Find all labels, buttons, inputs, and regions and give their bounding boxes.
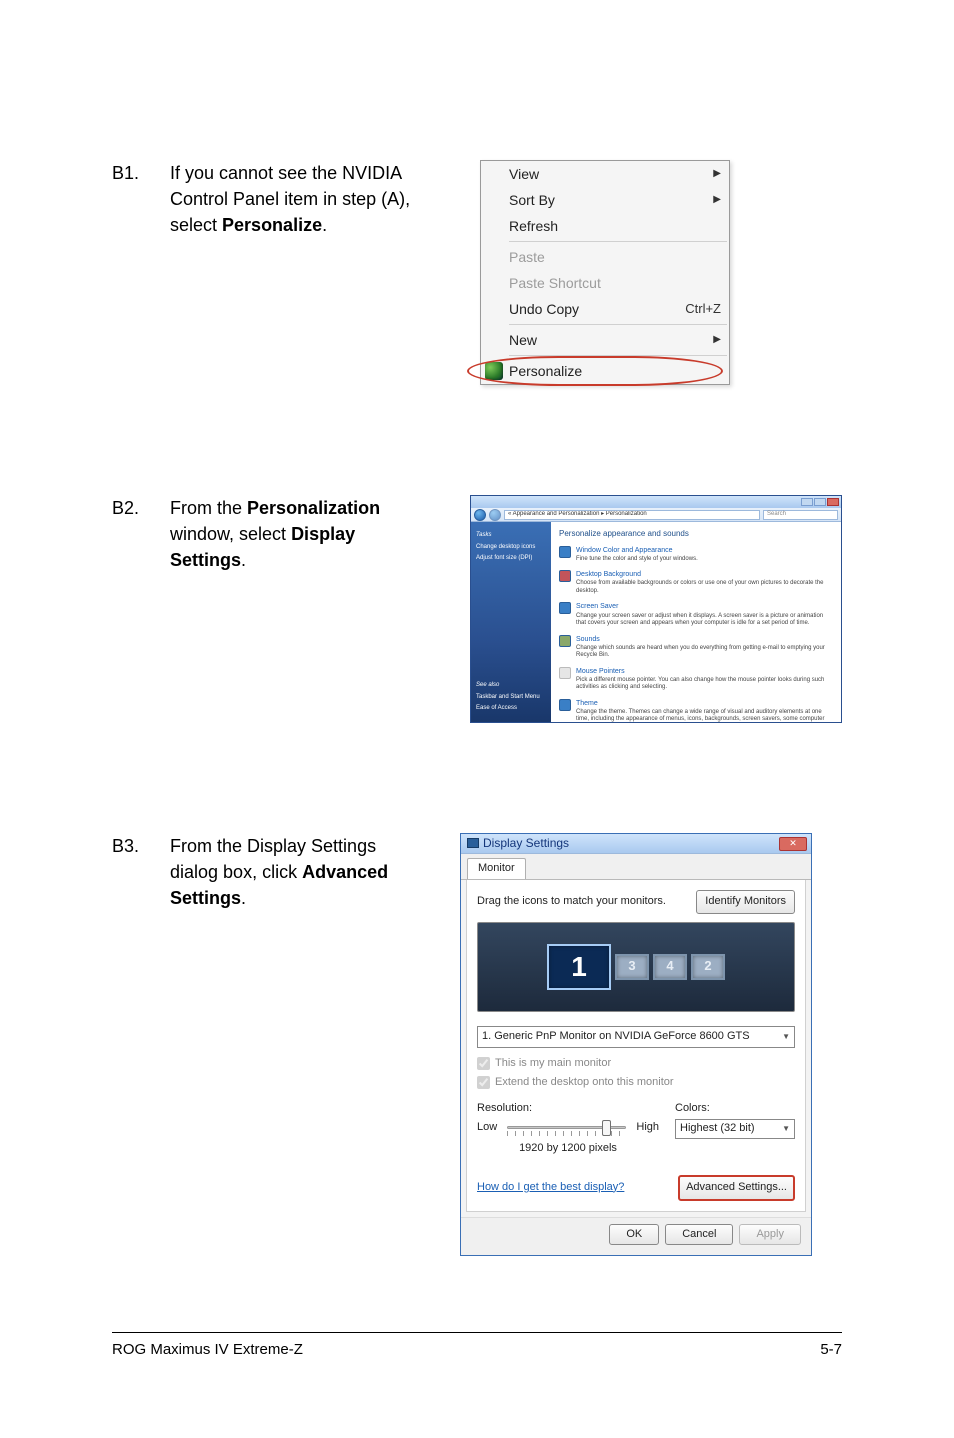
apply-button: Apply: [739, 1224, 801, 1246]
desktop-bg-icon: [559, 570, 571, 582]
link-theme[interactable]: Theme: [576, 699, 833, 709]
footer-product-name: ROG Maximus IV Extreme-Z: [112, 1341, 303, 1358]
menu-item-view[interactable]: View▶: [481, 161, 729, 187]
step-b3-label: B3.: [112, 833, 152, 1256]
link-sounds[interactable]: Sounds: [576, 635, 833, 645]
menu-item-undo-copy[interactable]: Undo Copy Ctrl+Z: [481, 296, 729, 322]
maximize-button[interactable]: [814, 498, 826, 506]
step-b1-text: If you cannot see the NVIDIA Control Pan…: [170, 160, 460, 238]
close-button[interactable]: ✕: [779, 837, 807, 851]
colors-label: Colors:: [675, 1101, 795, 1117]
resolution-label: Resolution:: [477, 1101, 659, 1117]
resolution-value: 1920 by 1200 pixels: [477, 1141, 659, 1157]
slider-thumb[interactable]: [602, 1120, 611, 1136]
menu-item-sort-by[interactable]: Sort By▶: [481, 187, 729, 213]
menu-separator: [509, 355, 727, 356]
menu-shortcut: Ctrl+Z: [685, 300, 721, 319]
chevron-down-icon: ▼: [782, 1031, 790, 1043]
desktop-context-menu: View▶ Sort By▶ Refresh Paste Paste Short…: [480, 160, 730, 385]
sidebar-heading-see-also: See also: [476, 681, 546, 690]
menu-item-new[interactable]: New▶: [481, 327, 729, 353]
step-b2-label: B2.: [112, 495, 152, 723]
personalization-main: Personalize appearance and sounds Window…: [551, 522, 841, 722]
link-mouse-pointers[interactable]: Mouse Pointers: [576, 667, 833, 677]
link-screen-saver[interactable]: Screen Saver: [576, 602, 833, 612]
window-color-icon: [559, 546, 571, 558]
mouse-icon: [559, 667, 571, 679]
step-b2-text: From the Personalization window, select …: [170, 495, 430, 573]
tab-row: Monitor: [461, 854, 811, 880]
sounds-icon: [559, 635, 571, 647]
personalize-icon: [485, 362, 503, 380]
link-desktop-background[interactable]: Desktop Background: [576, 570, 833, 580]
annotation-circle: [467, 356, 723, 386]
menu-item-paste-shortcut: Paste Shortcut: [481, 270, 729, 296]
menu-item-refresh[interactable]: Refresh: [481, 213, 729, 239]
link-window-color[interactable]: Window Color and Appearance: [576, 546, 698, 556]
tab-monitor[interactable]: Monitor: [467, 858, 526, 879]
ok-button[interactable]: OK: [609, 1224, 659, 1246]
personalization-window: « Appearance and Personalization ▸ Perso…: [470, 495, 842, 723]
footer-page-number: 5-7: [820, 1341, 842, 1358]
window-titlebar: [471, 496, 841, 508]
step-b1-label: B1.: [112, 160, 152, 385]
slider-low-label: Low: [477, 1120, 497, 1136]
menu-item-personalize[interactable]: Personalize: [481, 358, 729, 384]
sidebar-heading: Tasks: [476, 531, 546, 540]
dialog-footer: OK Cancel Apply: [461, 1217, 811, 1256]
sidebar-item-ease-access[interactable]: Ease of Access: [476, 704, 546, 713]
monitor-select[interactable]: 1. Generic PnP Monitor on NVIDIA GeForce…: [477, 1026, 795, 1048]
close-button[interactable]: [827, 498, 839, 506]
chevron-down-icon: ▼: [782, 1123, 790, 1135]
step-b3-text: From the Display Settings dialog box, cl…: [170, 833, 420, 911]
forward-button[interactable]: [489, 509, 501, 521]
back-button[interactable]: [474, 509, 486, 521]
slider-high-label: High: [636, 1120, 659, 1136]
identify-monitors-button[interactable]: Identify Monitors: [696, 890, 795, 914]
cancel-button[interactable]: Cancel: [665, 1224, 733, 1246]
chevron-right-icon: ▶: [713, 167, 721, 182]
menu-item-paste: Paste: [481, 244, 729, 270]
checkbox-main-monitor: This is my main monitor: [477, 1056, 795, 1072]
monitor-1[interactable]: 1: [547, 944, 611, 990]
monitor-3[interactable]: 3: [615, 954, 649, 980]
minimize-button[interactable]: [801, 498, 813, 506]
chevron-right-icon: ▶: [713, 193, 721, 208]
sidebar: Tasks Change desktop icons Adjust font s…: [471, 522, 551, 722]
menu-separator: [509, 241, 727, 242]
resolution-slider[interactable]: [503, 1119, 630, 1137]
sidebar-item-taskbar[interactable]: Taskbar and Start Menu: [476, 693, 546, 702]
breadcrumb[interactable]: « Appearance and Personalization ▸ Perso…: [504, 510, 760, 520]
monitor-2[interactable]: 2: [691, 954, 725, 980]
checkbox-extend-desktop: Extend the desktop onto this monitor: [477, 1075, 795, 1091]
screen-saver-icon: [559, 602, 571, 614]
theme-icon: [559, 699, 571, 711]
monitor-arrangement-area[interactable]: 1 3 4 2: [477, 922, 795, 1012]
dialog-titlebar: Display Settings ✕: [461, 834, 811, 854]
advanced-settings-button[interactable]: Advanced Settings...: [678, 1175, 795, 1201]
search-input[interactable]: Search: [763, 510, 838, 520]
colors-select[interactable]: Highest (32 bit) ▼: [675, 1119, 795, 1139]
monitor-icon: [467, 838, 479, 848]
display-settings-dialog: Display Settings ✕ Monitor Drag the icon…: [460, 833, 812, 1256]
monitor-4[interactable]: 4: [653, 954, 687, 980]
sidebar-item-change-icons[interactable]: Change desktop icons: [476, 543, 546, 552]
menu-separator: [509, 324, 727, 325]
chevron-right-icon: ▶: [713, 333, 721, 348]
sidebar-item-adjust-dpi[interactable]: Adjust font size (DPI): [476, 554, 546, 563]
help-link[interactable]: How do I get the best display?: [477, 1180, 624, 1196]
drag-instruction: Drag the icons to match your monitors.: [477, 894, 666, 910]
page-footer: ROG Maximus IV Extreme-Z 5-7: [112, 1332, 842, 1358]
personalization-heading: Personalize appearance and sounds: [559, 528, 833, 540]
address-bar: « Appearance and Personalization ▸ Perso…: [471, 508, 841, 522]
